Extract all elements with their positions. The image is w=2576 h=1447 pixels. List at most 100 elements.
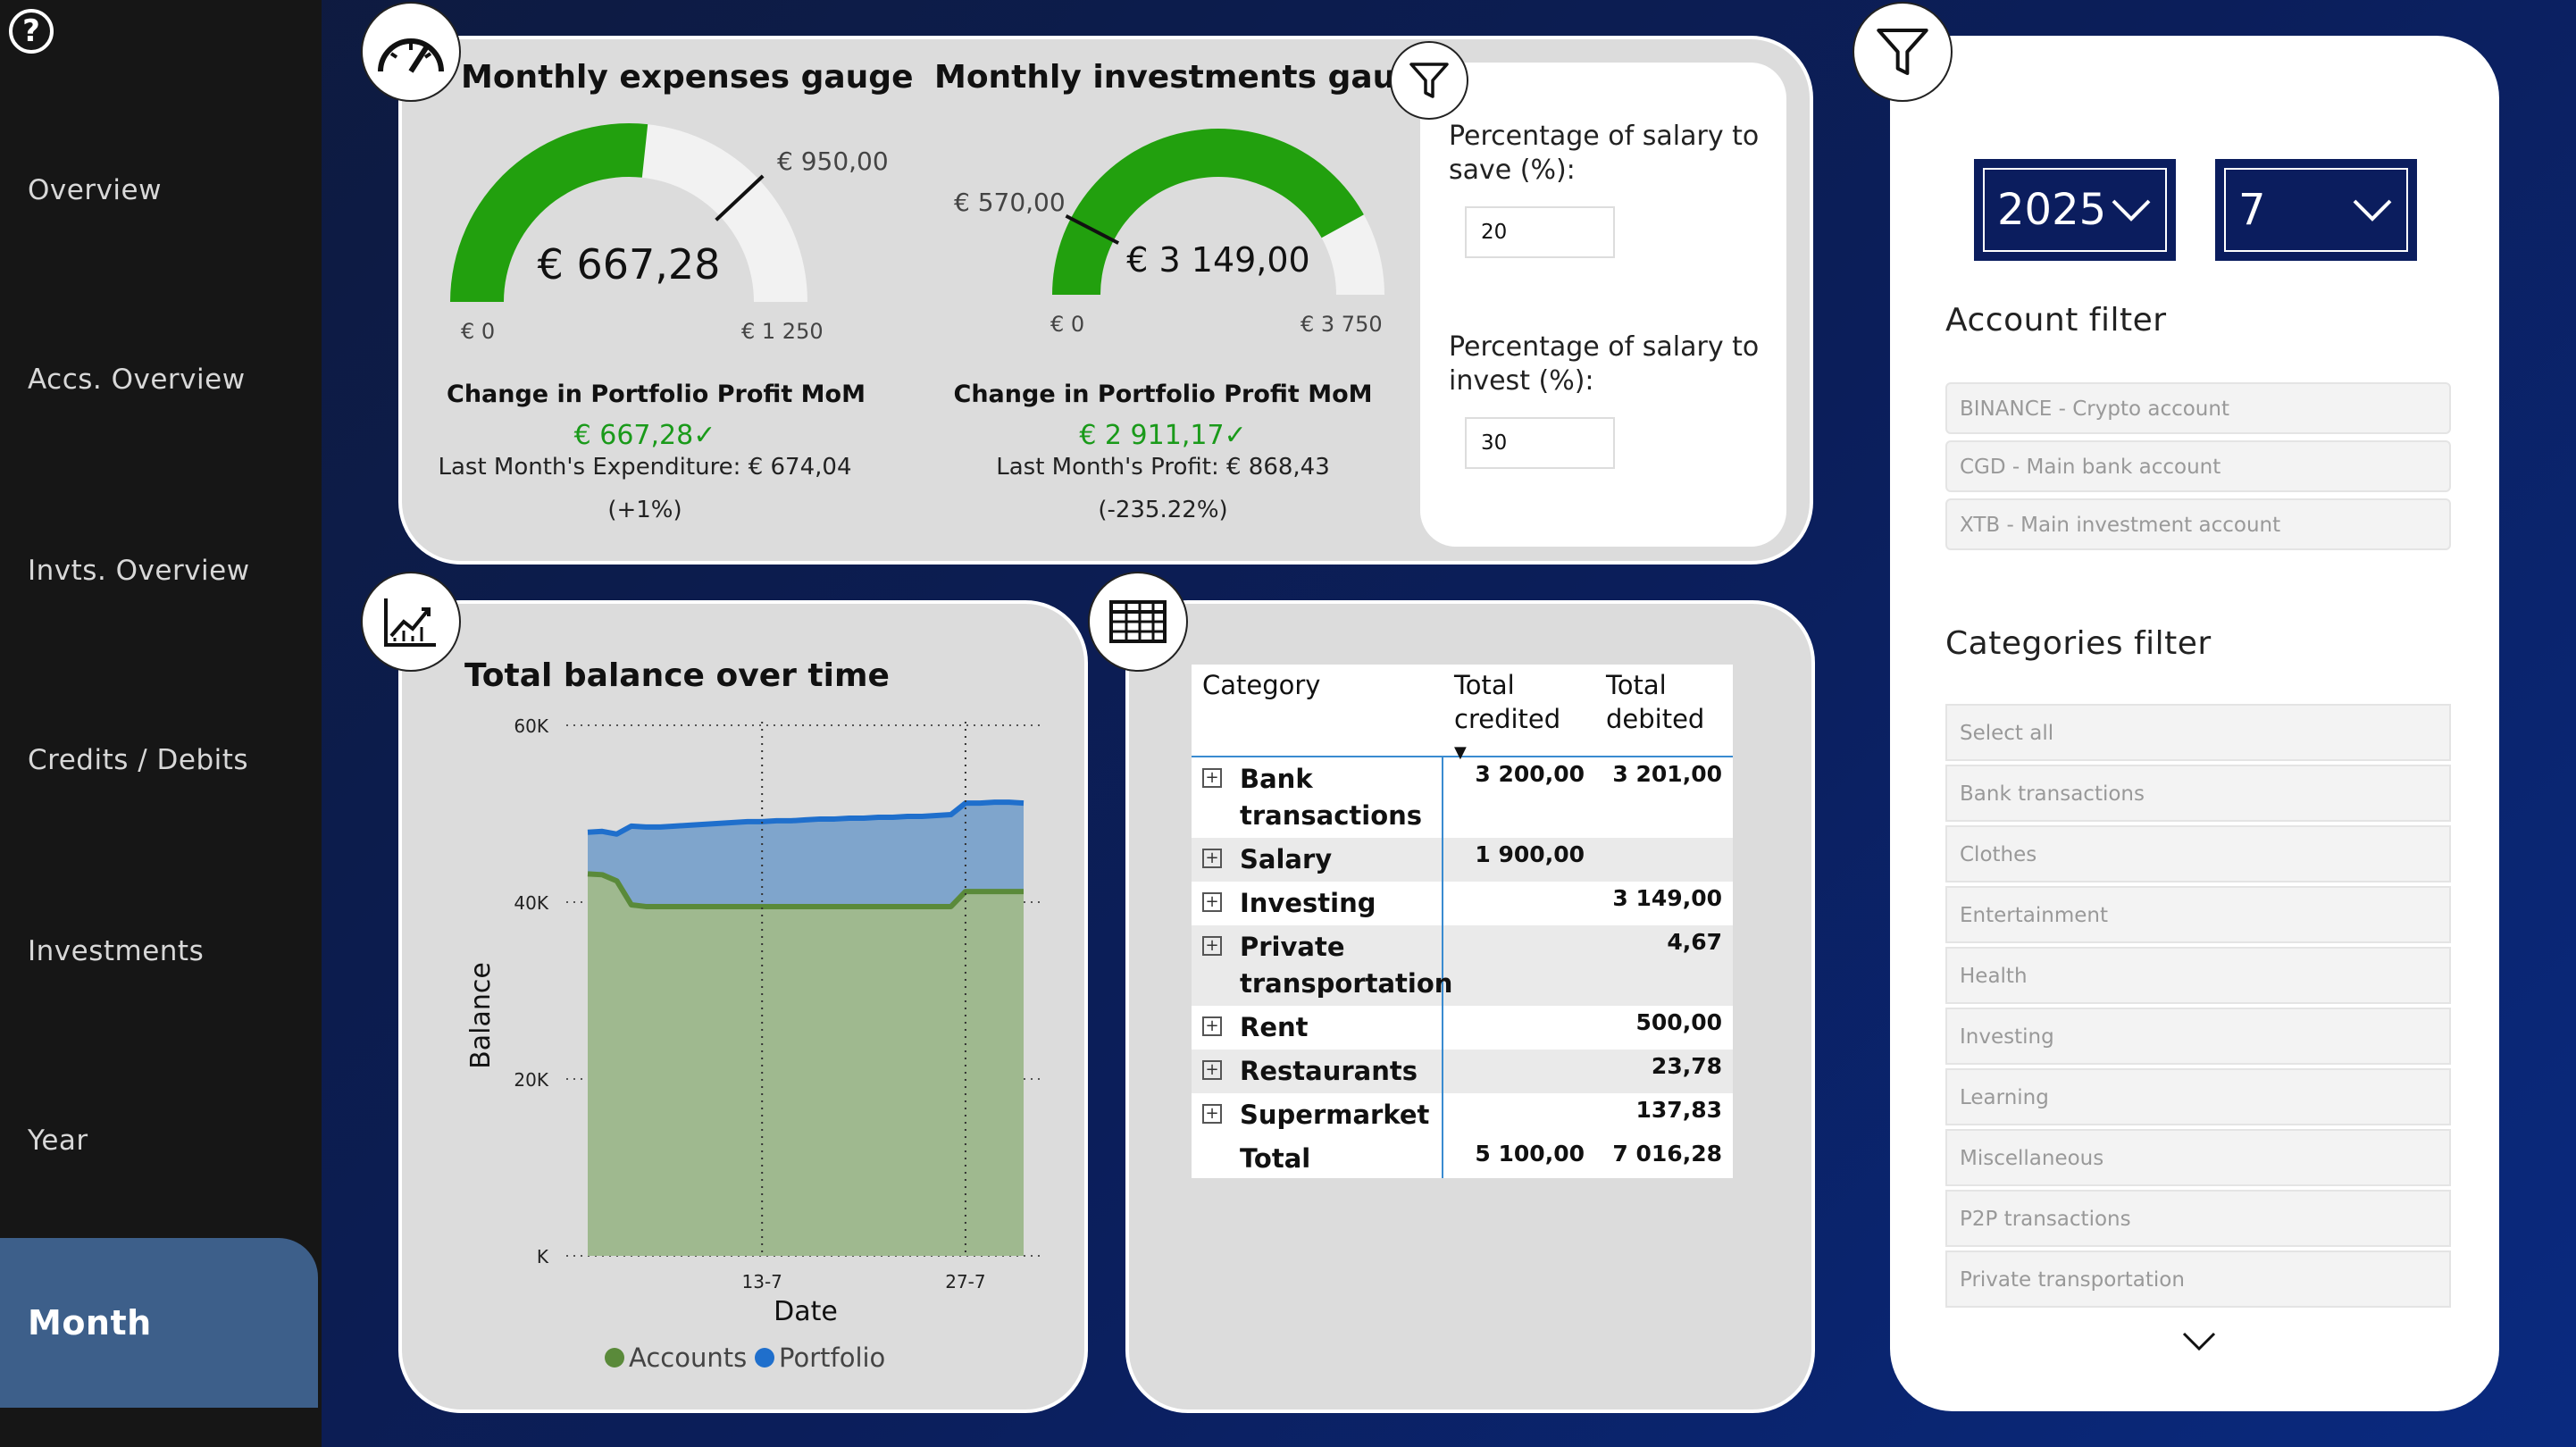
- matrix-row[interactable]: + Rent 500,00: [1192, 1006, 1733, 1050]
- header-total-debited[interactable]: Total debited: [1595, 665, 1733, 756]
- row-credited: [1443, 1050, 1595, 1093]
- expand-row-icon[interactable]: +: [1202, 849, 1222, 868]
- expenses-gauge-title: Monthly expenses gauge: [461, 59, 914, 96]
- filter-panel-icon: [1853, 2, 1953, 102]
- matrix-row[interactable]: + Private transportation 4,67: [1192, 925, 1733, 1006]
- x-axis-label: Date: [774, 1296, 838, 1327]
- total-credited: 5 100,00: [1475, 1141, 1585, 1167]
- row-debited: 3 201,00: [1612, 761, 1722, 787]
- category-filter-item[interactable]: Select all: [1945, 704, 2451, 761]
- gauge-value: € 667,28: [538, 240, 721, 289]
- nav-overview[interactable]: Overview: [0, 105, 318, 275]
- y-axis-label: Balance: [465, 962, 497, 1069]
- chart-title: Total balance over time: [464, 657, 890, 694]
- account-filter-item[interactable]: XTB - Main investment account: [1945, 498, 2451, 550]
- expand-row-icon[interactable]: +: [1202, 768, 1222, 788]
- matrix-header: Category Total credited ▼ Total debited: [1192, 665, 1733, 762]
- category-filter-item[interactable]: Clothes: [1945, 825, 2451, 882]
- row-credited: [1443, 1093, 1595, 1137]
- nav-investments-overview[interactable]: Invts. Overview: [0, 486, 318, 656]
- row-category: Salary: [1240, 844, 1333, 874]
- sort-descending-icon: ▼: [1454, 743, 1467, 762]
- expenses-kpi-title: Change in Portfolio Profit MoM: [447, 381, 866, 408]
- category-filter-item[interactable]: Learning: [1945, 1068, 2451, 1125]
- expand-row-icon[interactable]: +: [1202, 936, 1222, 956]
- sidebar: ? Overview Accs. Overview Invts. Overvie…: [0, 0, 322, 1447]
- row-credited: [1443, 925, 1595, 1006]
- expand-row-icon[interactable]: +: [1202, 1060, 1222, 1080]
- year-dropdown[interactable]: 2025: [1974, 159, 2176, 261]
- line-chart-icon: [361, 572, 461, 672]
- gauge-min-label: € 0: [461, 319, 495, 344]
- invest-percentage-input[interactable]: 30: [1465, 417, 1615, 469]
- expand-row-icon[interactable]: +: [1202, 1016, 1222, 1036]
- chevron-down-icon: [2353, 199, 2392, 222]
- expenses-gauge: € 667,28 € 0 € 1 250 € 950,00: [450, 123, 889, 344]
- matrix-row[interactable]: + Investing 3 149,00: [1192, 882, 1733, 925]
- category-filter-item[interactable]: Bank transactions: [1945, 765, 2451, 822]
- category-filter-item[interactable]: Investing: [1945, 1008, 2451, 1065]
- row-debited: 23,78: [1651, 1053, 1722, 1079]
- investments-gauge-title: Monthly investments gauge: [934, 59, 1441, 96]
- legend-label: Portfolio: [779, 1342, 885, 1373]
- gauge-value: € 3 149,00: [1126, 240, 1309, 280]
- matrix-row[interactable]: + Restaurants 23,78: [1192, 1050, 1733, 1093]
- row-credited: [1443, 882, 1595, 925]
- matrix-total-row: Total 5 100,00 7 016,28: [1192, 1137, 1733, 1178]
- total-label: Total: [1240, 1143, 1311, 1174]
- help-icon[interactable]: ?: [9, 9, 54, 54]
- account-filter-item[interactable]: BINANCE - Crypto account: [1945, 382, 2451, 434]
- row-debited: 4,67: [1667, 929, 1722, 955]
- row-debited: 3 149,00: [1612, 885, 1722, 911]
- matrix-row[interactable]: + Supermarket 137,83: [1192, 1093, 1733, 1137]
- legend-label: Accounts: [629, 1342, 747, 1373]
- expenses-kpi-sub: Last Month's Expenditure: € 674,04: [438, 454, 852, 481]
- category-filter-item[interactable]: Miscellaneous: [1945, 1129, 2451, 1186]
- row-debited: 137,83: [1635, 1097, 1722, 1123]
- save-percentage-input[interactable]: 20: [1465, 206, 1615, 258]
- x-tick-label: 13-7: [742, 1271, 782, 1292]
- month-value: 7: [2238, 185, 2266, 235]
- gauge-target-label: € 570,00: [954, 188, 1066, 217]
- legend-marker: [605, 1348, 624, 1368]
- investments-kpi-title: Change in Portfolio Profit MoM: [953, 381, 1373, 408]
- account-filter-title: Account filter: [1945, 302, 2167, 339]
- row-category: Investing: [1240, 888, 1376, 918]
- category-filter-item[interactable]: Health: [1945, 947, 2451, 1004]
- category-filter-item[interactable]: P2P transactions: [1945, 1190, 2451, 1247]
- expand-row-icon[interactable]: +: [1202, 892, 1222, 912]
- row-category: Private transportation: [1240, 932, 1453, 999]
- categories-filter-title: Categories filter: [1945, 625, 2212, 662]
- expenses-kpi-pct: (+1%): [607, 497, 682, 523]
- expand-row-icon[interactable]: +: [1202, 1104, 1222, 1124]
- category-filter-item[interactable]: Entertainment: [1945, 886, 2451, 943]
- year-value: 2025: [1997, 185, 2107, 235]
- gauge-max-label: € 3 750: [1301, 312, 1383, 337]
- header-total-credited-label: Total credited: [1454, 670, 1561, 734]
- matrix-row[interactable]: + Salary 1 900,00: [1192, 838, 1733, 882]
- investments-gauge: € 3 149,00 € 0 € 3 750 € 570,00: [954, 129, 1384, 337]
- investments-kpi-sub: Last Month's Profit: € 868,43: [996, 454, 1330, 481]
- y-tick-label: 40K: [514, 892, 548, 914]
- nav-investments[interactable]: Investments: [0, 866, 318, 1036]
- speedometer-icon: [361, 2, 461, 102]
- row-credited: [1443, 1006, 1595, 1050]
- header-category[interactable]: Category: [1192, 665, 1443, 756]
- investments-kpi-pct: (-235.22%): [1098, 497, 1228, 523]
- month-dropdown[interactable]: 7: [2215, 159, 2417, 261]
- investments-kpi-value: € 2 911,17✓: [1079, 420, 1247, 451]
- category-filter-item[interactable]: Private transportation: [1945, 1250, 2451, 1308]
- row-category: Supermarket: [1240, 1100, 1430, 1130]
- filter-icon[interactable]: [1390, 41, 1468, 120]
- account-filter-item[interactable]: CGD - Main bank account: [1945, 440, 2451, 492]
- header-total-credited[interactable]: Total credited ▼: [1443, 665, 1595, 762]
- row-category: Bank transactions: [1240, 764, 1423, 831]
- nav-year[interactable]: Year: [0, 1056, 318, 1225]
- nav-month[interactable]: Month: [0, 1238, 318, 1408]
- nav-accounts-overview[interactable]: Accs. Overview: [0, 295, 318, 464]
- x-tick-label: 27-7: [945, 1271, 985, 1292]
- nav-credits-debits[interactable]: Credits / Debits: [0, 675, 318, 845]
- scroll-down-chevron-icon[interactable]: [2181, 1331, 2217, 1352]
- chevron-down-icon: [2112, 199, 2151, 222]
- gauge-min-label: € 0: [1050, 312, 1084, 337]
